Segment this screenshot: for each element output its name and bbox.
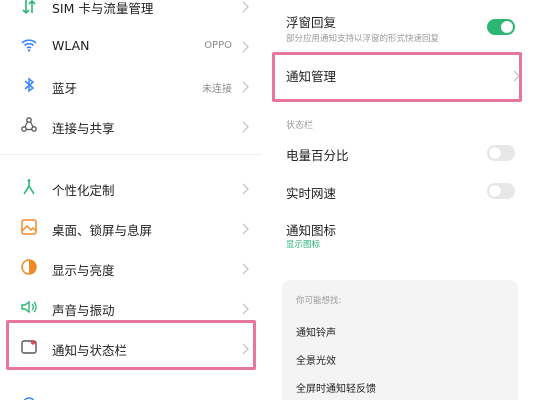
suggestion-item[interactable]: 全景光效 [296,352,336,367]
settings-item-wlan[interactable]: WLAN OPPO [0,34,262,56]
chevron-right-icon [240,301,250,315]
net-speed-title: 实时网速 [286,186,337,201]
notification-icon-row[interactable]: 通知图标 显示图标 [270,218,533,252]
settings-item-wallpaper[interactable]: 桌面、锁屏与息屏 [0,216,262,238]
settings-item-label: 桌面、锁屏与息屏 [52,223,153,238]
wallpaper-icon [20,218,38,236]
chevron-right-icon [240,0,250,13]
settings-item-sound[interactable]: 声音与振动 [0,296,262,318]
statusbar-section-header: 状态栏 [286,121,314,131]
suggestion-item[interactable]: 通知铃声 [296,324,336,339]
settings-item-sim[interactable]: SIM 卡与流量管理 [0,0,262,20]
chevron-right-icon [240,119,250,133]
floating-reply-toggle[interactable] [487,19,515,35]
settings-item-label: 蓝牙 [52,81,78,96]
settings-item-personalize[interactable]: 个性化定制 [0,176,262,198]
settings-item-label: 声音与振动 [52,303,115,318]
suggestions-header: 你可能想找: [296,296,342,306]
floating-reply-title: 浮窗回复 [286,15,337,30]
chevron-right-icon [240,39,250,53]
sound-icon [20,298,38,316]
settings-item-value: 未连接 [202,84,232,95]
settings-item-bluetooth[interactable]: 蓝牙 未连接 [0,74,262,96]
floating-reply-subtitle: 部分应用通知支持以浮窗的形式快速回复 [286,34,440,44]
settings-item-label: 个性化定制 [52,183,115,198]
settings-item-share[interactable]: 连接与共享 [0,114,262,136]
settings-item-label: SIM 卡与流量管理 [52,1,154,16]
chevron-right-icon [240,181,250,195]
chevron-right-icon [240,79,250,93]
chevron-right-icon [240,261,250,275]
battery-percent-title: 电量百分比 [286,148,349,163]
highlight-frame-notification-statusbar [6,320,256,370]
section-divider [0,154,262,168]
settings-item-partial [0,390,262,400]
battery-percent-row[interactable]: 电量百分比 [270,142,533,164]
highlight-frame-notification-management [272,52,522,102]
notification-icon-title: 通知图标 [286,223,337,238]
suggestion-item[interactable]: 全屏时通知轻反馈 [296,380,376,395]
settings-item-label: 连接与共享 [52,121,115,136]
share-icon [20,116,38,134]
net-speed-toggle[interactable] [487,183,515,199]
bluetooth-icon [20,76,38,94]
settings-item-display[interactable]: 显示与亮度 [0,256,262,278]
personalize-icon [20,178,38,196]
wifi-icon [20,36,38,54]
settings-item-label: 显示与亮度 [52,263,115,278]
notification-icon-value: 显示图标 [286,240,321,250]
settings-item-value: OPPO [204,40,232,51]
battery-percent-toggle[interactable] [487,145,515,161]
sim-data-icon [20,0,38,16]
chevron-right-icon [240,221,250,235]
suggestions-card: 你可能想找: 通知铃声 全景光效 全屏时通知轻反馈 [282,280,518,400]
partial-icon [20,392,38,400]
settings-item-label: WLAN [52,38,90,53]
net-speed-row[interactable]: 实时网速 [270,180,533,202]
display-icon [20,258,38,276]
floating-reply-row[interactable]: 浮窗回复 部分应用通知支持以浮窗的形式快速回复 [270,8,533,48]
